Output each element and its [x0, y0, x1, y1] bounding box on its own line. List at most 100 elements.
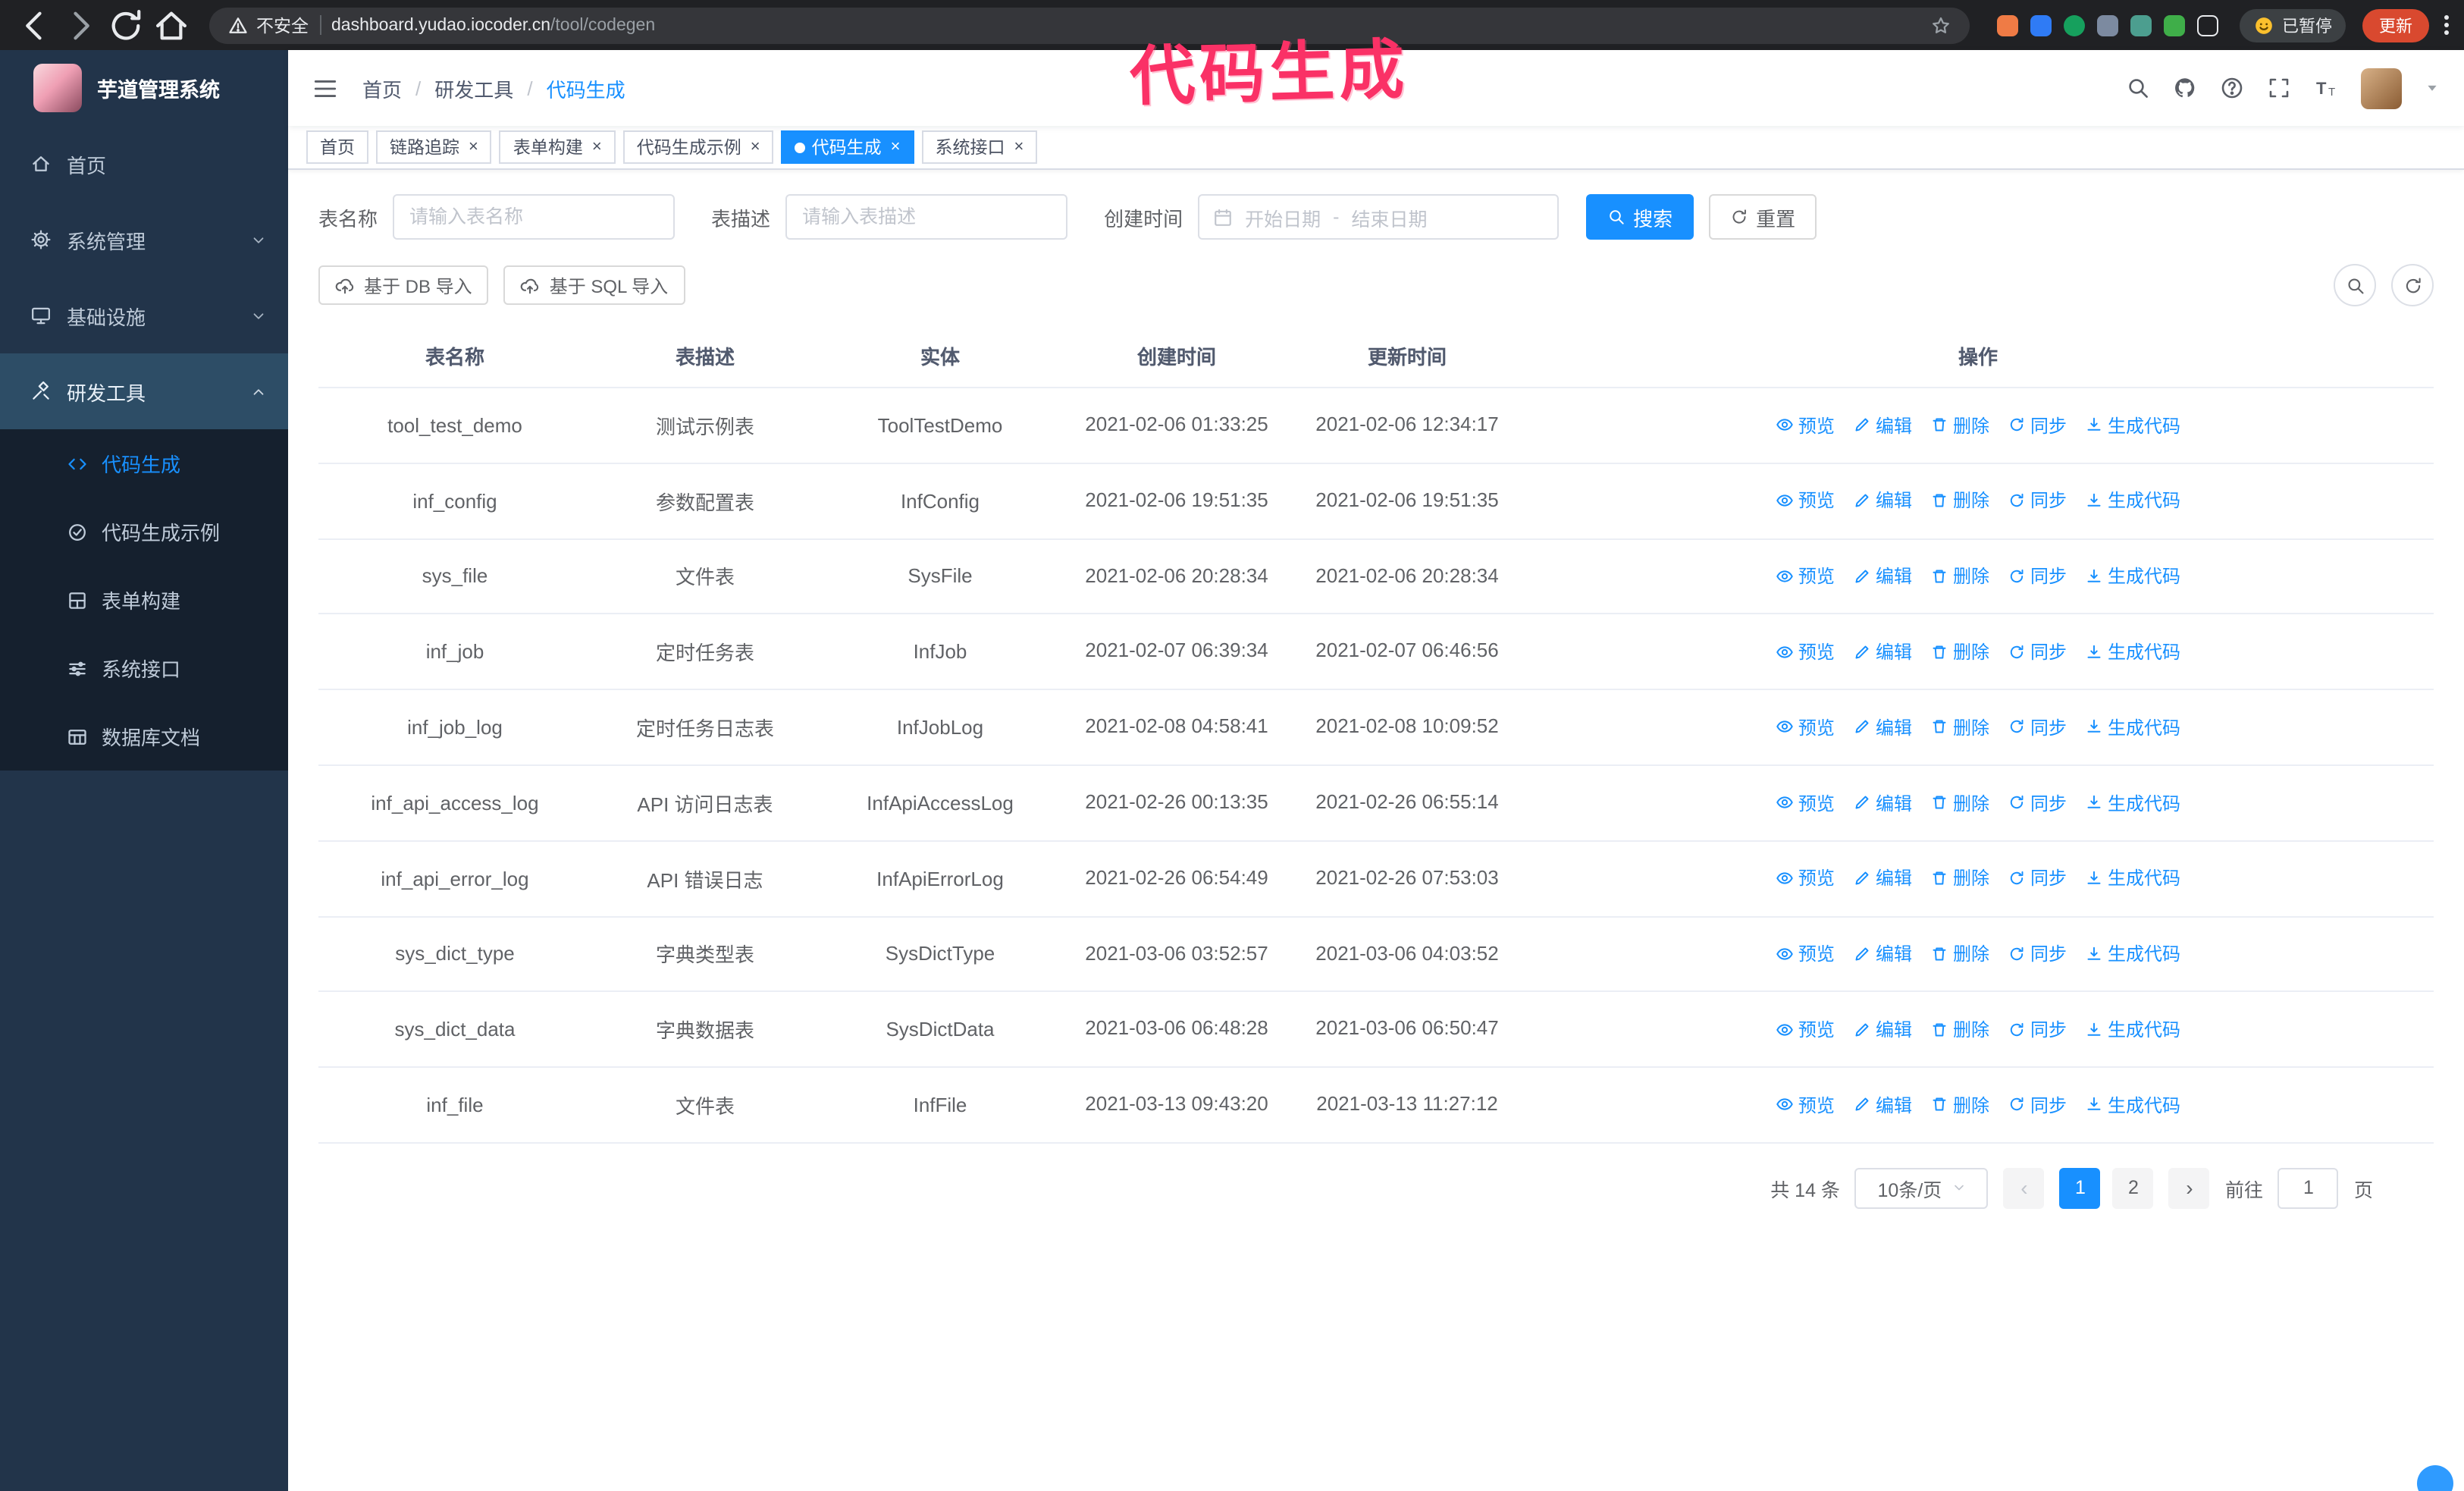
close-icon[interactable]: ×	[1014, 138, 1024, 155]
app-logo[interactable]: 芋道管理系统	[0, 50, 288, 126]
prev-page-button[interactable]: ‹	[2003, 1167, 2045, 1209]
preview-link[interactable]: 预览	[1776, 940, 1835, 966]
sync-link[interactable]: 同步	[2008, 940, 2067, 966]
table-name-input[interactable]	[393, 194, 676, 240]
github-icon[interactable]	[2173, 76, 2197, 100]
extension-icon[interactable]	[2130, 14, 2152, 36]
import-db-button[interactable]: 基于 DB 导入	[318, 265, 489, 305]
tab-tracing[interactable]: 链路追踪 ×	[376, 130, 492, 164]
edit-link[interactable]: 编辑	[1853, 1016, 1912, 1042]
edit-link[interactable]: 编辑	[1853, 563, 1912, 589]
chevron-down-icon[interactable]	[2425, 80, 2440, 96]
close-icon[interactable]: ×	[891, 138, 901, 155]
address-bar[interactable]: 不安全 dashboard.yudao.iocoder.cn/tool/code…	[209, 7, 1970, 43]
forward-icon[interactable]	[61, 5, 100, 45]
generate-link[interactable]: 生成代码	[2085, 865, 2180, 891]
update-button[interactable]: 更新	[2362, 8, 2429, 42]
sidebar-item-db-doc[interactable]: 数据库文档	[0, 702, 288, 771]
sync-link[interactable]: 同步	[2008, 488, 2067, 513]
sync-link[interactable]: 同步	[2008, 1016, 2067, 1042]
reload-icon[interactable]	[106, 5, 146, 45]
preview-link[interactable]: 预览	[1776, 639, 1835, 664]
preview-link[interactable]: 预览	[1776, 714, 1835, 740]
extension-icon[interactable]	[1997, 14, 2018, 36]
edit-link[interactable]: 编辑	[1853, 412, 1912, 438]
sync-link[interactable]: 同步	[2008, 563, 2067, 589]
preview-link[interactable]: 预览	[1776, 1092, 1835, 1118]
edit-link[interactable]: 编辑	[1853, 639, 1912, 664]
delete-link[interactable]: 删除	[1930, 714, 1989, 740]
import-sql-button[interactable]: 基于 SQL 导入	[503, 265, 685, 305]
sidebar-item-infra[interactable]: 基础设施	[0, 278, 288, 353]
browser-menu-icon[interactable]	[2444, 15, 2449, 35]
search-button[interactable]: 搜索	[1586, 194, 1694, 240]
generate-link[interactable]: 生成代码	[2085, 1016, 2180, 1042]
hamburger-icon[interactable]	[312, 75, 338, 101]
edit-link[interactable]: 编辑	[1853, 865, 1912, 891]
delete-link[interactable]: 删除	[1930, 488, 1989, 513]
delete-link[interactable]: 删除	[1930, 865, 1989, 891]
delete-link[interactable]: 删除	[1930, 412, 1989, 438]
preview-link[interactable]: 预览	[1776, 563, 1835, 589]
edit-link[interactable]: 编辑	[1853, 488, 1912, 513]
user-avatar[interactable]	[2361, 67, 2402, 108]
font-size-icon[interactable]: TT	[2314, 76, 2338, 100]
generate-link[interactable]: 生成代码	[2085, 412, 2180, 438]
edit-link[interactable]: 编辑	[1853, 714, 1912, 740]
page-size-select[interactable]: 10条/页	[1854, 1167, 1989, 1209]
sync-link[interactable]: 同步	[2008, 865, 2067, 891]
generate-link[interactable]: 生成代码	[2085, 488, 2180, 513]
breadcrumb-item[interactable]: 首页	[362, 74, 402, 102]
extension-icon[interactable]	[2097, 14, 2118, 36]
next-page-button[interactable]: ›	[2168, 1167, 2210, 1209]
close-icon[interactable]: ×	[751, 138, 760, 155]
sidebar-item-codegen[interactable]: 代码生成	[0, 429, 288, 498]
sidebar-item-form-builder[interactable]: 表单构建	[0, 566, 288, 634]
delete-link[interactable]: 删除	[1930, 563, 1989, 589]
edit-link[interactable]: 编辑	[1853, 940, 1912, 966]
page-button-1[interactable]: 1	[2059, 1167, 2101, 1209]
sync-link[interactable]: 同步	[2008, 789, 2067, 815]
preview-link[interactable]: 预览	[1776, 865, 1835, 891]
goto-page-input[interactable]	[2277, 1167, 2339, 1209]
table-desc-input[interactable]	[785, 194, 1068, 240]
toggle-search-button[interactable]	[2334, 264, 2376, 306]
edit-link[interactable]: 编辑	[1853, 1092, 1912, 1118]
delete-link[interactable]: 删除	[1930, 639, 1989, 664]
help-icon[interactable]	[2220, 76, 2244, 100]
preview-link[interactable]: 预览	[1776, 412, 1835, 438]
security-warning[interactable]: 不安全	[227, 13, 309, 37]
preview-link[interactable]: 预览	[1776, 1016, 1835, 1042]
preview-link[interactable]: 预览	[1776, 789, 1835, 815]
close-icon[interactable]: ×	[592, 138, 602, 155]
home-icon[interactable]	[152, 5, 191, 45]
extension-icon[interactable]	[2164, 14, 2185, 36]
tab-home[interactable]: 首页	[306, 130, 368, 164]
tab-form-builder[interactable]: 表单构建 ×	[499, 130, 616, 164]
delete-link[interactable]: 删除	[1930, 1092, 1989, 1118]
sidebar-item-system[interactable]: 系统管理	[0, 202, 288, 278]
profile-paused-badge[interactable]: 已暂停	[2240, 8, 2346, 42]
sync-link[interactable]: 同步	[2008, 412, 2067, 438]
sidebar-item-api[interactable]: 系统接口	[0, 634, 288, 702]
extension-icon[interactable]	[2064, 14, 2085, 36]
sync-link[interactable]: 同步	[2008, 639, 2067, 664]
edit-link[interactable]: 编辑	[1853, 789, 1912, 815]
date-range-picker[interactable]: 开始日期 - 结束日期	[1198, 194, 1560, 240]
tab-codegen-example[interactable]: 代码生成示例 ×	[622, 130, 774, 164]
extension-icon[interactable]	[2197, 14, 2218, 36]
preview-link[interactable]: 预览	[1776, 488, 1835, 513]
close-icon[interactable]: ×	[469, 138, 478, 155]
generate-link[interactable]: 生成代码	[2085, 940, 2180, 966]
delete-link[interactable]: 删除	[1930, 940, 1989, 966]
sidebar-item-dev-tools[interactable]: 研发工具	[0, 353, 288, 429]
breadcrumb-item[interactable]: 研发工具	[434, 74, 513, 102]
reset-button[interactable]: 重置	[1709, 194, 1817, 240]
delete-link[interactable]: 删除	[1930, 1016, 1989, 1042]
generate-link[interactable]: 生成代码	[2085, 789, 2180, 815]
extension-icon[interactable]	[2030, 14, 2052, 36]
generate-link[interactable]: 生成代码	[2085, 639, 2180, 664]
sync-link[interactable]: 同步	[2008, 1092, 2067, 1118]
tab-codegen[interactable]: 代码生成 ×	[781, 130, 914, 164]
sync-link[interactable]: 同步	[2008, 714, 2067, 740]
